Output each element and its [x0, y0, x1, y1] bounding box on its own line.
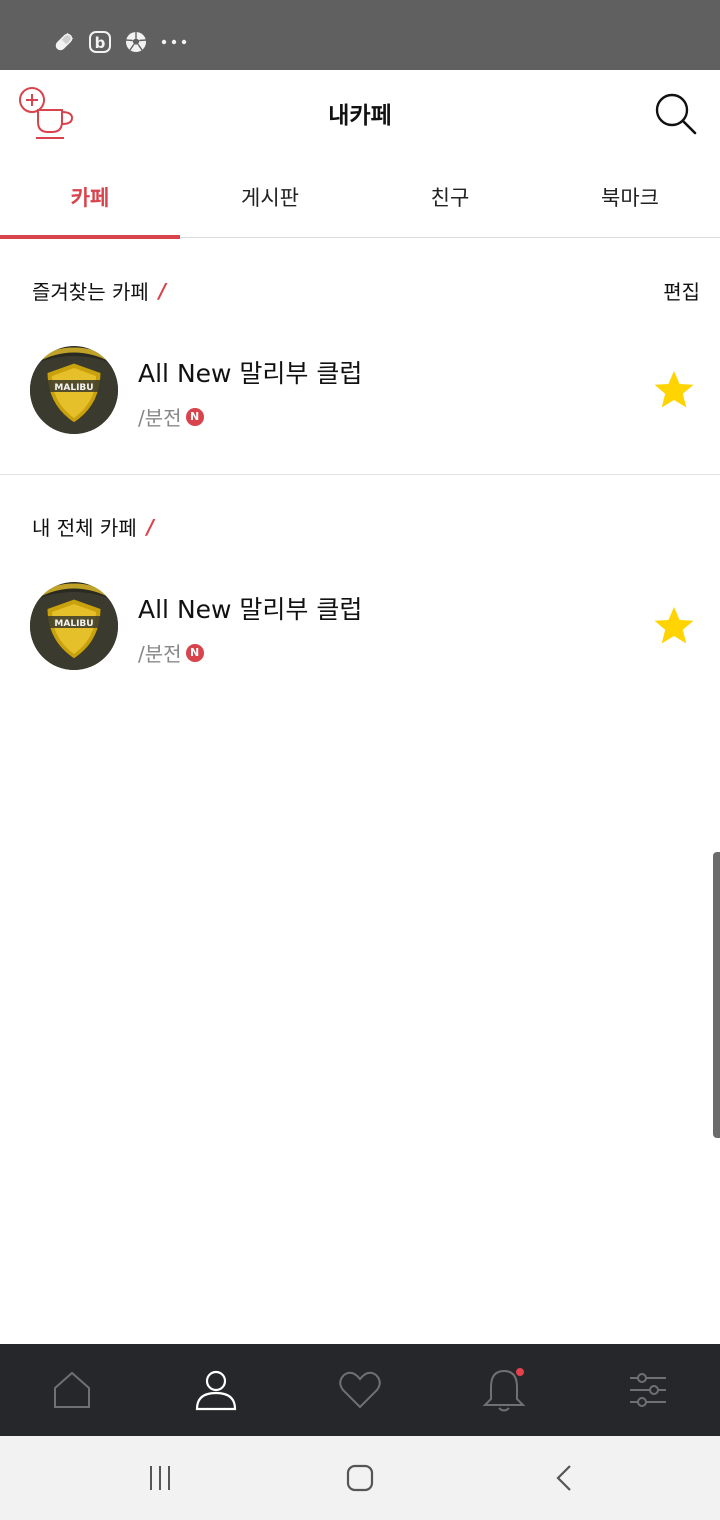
system-nav-bar [0, 1436, 720, 1520]
status-icons: b [52, 28, 188, 56]
home-button[interactable] [340, 1460, 380, 1496]
bottom-nav [0, 1344, 720, 1436]
avatar-logo-text: MALIBU [54, 383, 93, 393]
cafe-name: All New 말리부 클럽 [138, 595, 363, 624]
cafe-avatar: MALIBU [30, 582, 118, 670]
new-badge: N [185, 643, 204, 662]
tab-cafe[interactable]: 카페 [0, 156, 180, 239]
nav-notifications[interactable] [432, 1344, 576, 1436]
heading-slash-mark: / [158, 278, 167, 303]
nav-my-page[interactable] [144, 1344, 288, 1436]
nav-favorites[interactable] [288, 1344, 432, 1436]
avatar-logo-text: MALIBU [54, 619, 93, 629]
cafe-name: All New 말리부 클럽 [138, 359, 363, 388]
b-app-icon: b [89, 31, 111, 53]
tab-board[interactable]: 게시판 [180, 156, 360, 238]
soccer-ball-icon [125, 32, 147, 52]
pill-icon [55, 32, 74, 51]
cafe-meta: /분전 N [138, 402, 204, 431]
nav-settings[interactable] [576, 1344, 720, 1436]
back-chevron-icon [556, 1465, 571, 1491]
recent-apps-icon [150, 1466, 170, 1490]
favorite-cafe-row[interactable]: MALIBU All New 말리부 클럽 /분전 N [0, 346, 720, 456]
favorites-heading-text: 즐겨찾는 카페 [32, 280, 149, 304]
settings-sliders-icon [630, 1373, 666, 1407]
home-square-icon [346, 1464, 374, 1492]
all-cafes-heading: 내 전체 카페 / [32, 512, 154, 541]
app-header: 내카페 [0, 70, 720, 156]
favorite-star-button[interactable] [652, 604, 696, 648]
status-bar: b [0, 0, 720, 70]
heading-slash-mark: / [146, 514, 155, 539]
edit-button[interactable]: 편집 [640, 276, 700, 305]
home-icon [54, 1371, 90, 1408]
search-icon [655, 93, 697, 135]
back-button[interactable] [544, 1460, 584, 1496]
tab-bar: 카페 게시판 친구 북마크 [0, 156, 720, 239]
more-dots-icon [161, 39, 187, 45]
cafe-meta-text: /분전 [138, 406, 182, 430]
nav-home[interactable] [0, 1344, 144, 1436]
heart-icon [339, 1371, 381, 1409]
all-cafes-heading-text: 내 전체 카페 [32, 516, 137, 540]
section-divider [0, 474, 720, 475]
cafe-avatar: MALIBU [30, 346, 118, 434]
favorite-star-button[interactable] [652, 368, 696, 412]
notification-dot [516, 1368, 524, 1376]
cafe-meta: /분전 N [138, 638, 204, 667]
all-cafe-row[interactable]: MALIBU All New 말리부 클럽 /분전 N [0, 582, 720, 692]
tab-bookmark[interactable]: 북마크 [540, 156, 720, 238]
page-title: 내카페 [328, 103, 392, 129]
recent-apps-button[interactable] [140, 1460, 180, 1496]
side-scroll-handle[interactable] [713, 852, 720, 1138]
favorites-heading: 즐겨찾는 카페 / [32, 276, 166, 305]
star-icon [654, 607, 694, 644]
person-icon [195, 1370, 237, 1411]
svg-text:b: b [95, 34, 106, 52]
new-badge: N [185, 407, 204, 426]
star-icon [654, 371, 694, 408]
cafe-meta-text: /분전 [138, 642, 182, 666]
tab-friends[interactable]: 친구 [360, 156, 540, 238]
search-button[interactable] [652, 90, 700, 138]
